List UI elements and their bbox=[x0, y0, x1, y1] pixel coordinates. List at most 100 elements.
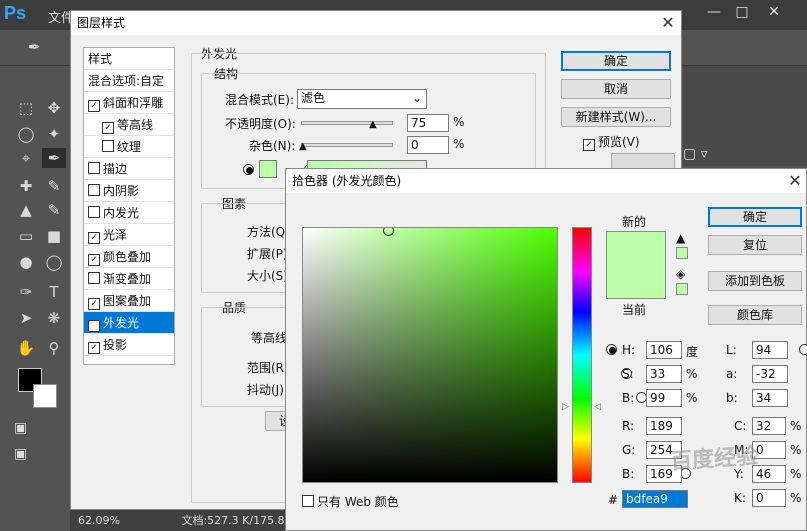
close-icon[interactable]: ✕ bbox=[760, 2, 788, 24]
close-icon[interactable]: ✕ bbox=[780, 169, 807, 193]
warning-icon[interactable]: ▲ bbox=[676, 231, 685, 245]
eyedropper-icon[interactable]: ✒ bbox=[28, 38, 41, 56]
style-item[interactable]: ✓ 等高线 bbox=[84, 114, 174, 136]
web-swatch[interactable] bbox=[676, 283, 688, 295]
h-input[interactable]: 106 bbox=[646, 341, 682, 359]
style-item[interactable]: 纹理 bbox=[84, 136, 174, 158]
style-checkbox[interactable]: ✓ bbox=[88, 232, 100, 244]
style-checkbox[interactable] bbox=[102, 140, 114, 152]
picker-title: 拾色器 (外发光颜色) bbox=[286, 169, 806, 193]
b-label: B: bbox=[622, 391, 635, 405]
style-item[interactable]: 渐变叠加 bbox=[84, 268, 174, 290]
noise-slider[interactable] bbox=[301, 143, 393, 147]
r-input[interactable]: 189 bbox=[646, 417, 682, 435]
zoom-level: 62.09% bbox=[78, 514, 120, 527]
blend-options[interactable]: 混合选项:自定 bbox=[84, 70, 174, 92]
dodge-icon[interactable]: ◯ bbox=[42, 252, 66, 272]
l-input[interactable]: 94 bbox=[752, 341, 788, 359]
opacity-input[interactable]: 75 bbox=[407, 114, 449, 132]
style-item[interactable]: ✓ 光泽 bbox=[84, 224, 174, 246]
style-checkbox[interactable]: ✓ bbox=[88, 298, 100, 310]
hand-icon[interactable]: ✋ bbox=[14, 338, 38, 358]
crop-icon[interactable]: ⌖ bbox=[14, 148, 38, 168]
noise-input[interactable]: 0 bbox=[407, 136, 449, 154]
blur-icon[interactable]: ● bbox=[14, 252, 38, 272]
style-checkbox[interactable]: ✓ bbox=[88, 342, 100, 354]
styles-header[interactable]: 样式 bbox=[84, 48, 174, 70]
blend-mode-select[interactable]: 滤色 ⌄ bbox=[297, 89, 427, 109]
new-style-button[interactable]: 新建样式(W)... bbox=[561, 107, 671, 127]
cube-icon[interactable]: ◈ bbox=[676, 267, 685, 281]
web-only-checkbox[interactable]: 只有 Web 颜色 bbox=[302, 493, 399, 510]
h-radio[interactable] bbox=[606, 344, 617, 355]
lab-b-input[interactable]: 34 bbox=[752, 389, 788, 407]
a-input[interactable]: -32 bbox=[752, 365, 788, 383]
style-item[interactable]: ✓ 外发光 bbox=[84, 312, 174, 334]
c-unit: % bbox=[790, 419, 802, 433]
hue-slider[interactable] bbox=[572, 227, 592, 483]
brush-icon[interactable]: ✎ bbox=[42, 176, 66, 196]
style-item[interactable]: ✓ 斜面和浮雕 bbox=[84, 92, 174, 114]
picker-ok-button[interactable]: 确定 bbox=[708, 207, 802, 227]
noise-slider-handle[interactable]: ▲ bbox=[299, 141, 307, 152]
preview-checkbox[interactable]: ✓ 预览(V) bbox=[583, 133, 640, 151]
style-item[interactable]: 描边 bbox=[84, 158, 174, 180]
style-checkbox[interactable]: ✓ bbox=[88, 100, 100, 112]
style-checkbox[interactable] bbox=[88, 184, 100, 196]
pen-icon[interactable]: ✑ bbox=[14, 282, 38, 302]
k-input[interactable]: 0 bbox=[752, 489, 786, 507]
web-only-label: 只有 Web 颜色 bbox=[317, 495, 399, 509]
picker-reset-button[interactable]: 复位 bbox=[708, 235, 802, 255]
ok-button[interactable]: 确定 bbox=[561, 51, 671, 71]
move-icon[interactable]: ✥ bbox=[42, 98, 66, 118]
shape-icon[interactable]: ❋ bbox=[42, 308, 66, 328]
style-checkbox[interactable] bbox=[88, 162, 100, 174]
l-radio[interactable] bbox=[798, 344, 807, 355]
path-select-icon[interactable]: ➤ bbox=[14, 308, 38, 328]
zoom-icon[interactable]: ⚲ bbox=[42, 338, 66, 358]
glow-color-swatch[interactable] bbox=[259, 160, 277, 178]
style-checkbox[interactable] bbox=[88, 206, 100, 218]
style-item[interactable]: 内阴影 bbox=[84, 180, 174, 202]
eyedropper-tool-icon[interactable]: ✒ bbox=[42, 148, 66, 168]
style-checkbox[interactable]: ✓ bbox=[102, 122, 114, 134]
gradient-icon[interactable]: ■ bbox=[42, 226, 66, 246]
opacity-slider-handle[interactable]: ▲ bbox=[369, 119, 377, 130]
screen-mode-icon[interactable]: ▣ bbox=[14, 446, 27, 462]
close-icon[interactable]: ✕ bbox=[653, 11, 683, 35]
gamut-swatch[interactable] bbox=[676, 247, 688, 259]
lasso-icon[interactable]: ◯ bbox=[14, 124, 38, 144]
hex-input[interactable]: bdfea9 bbox=[622, 490, 688, 508]
stamp-icon[interactable]: ▲ bbox=[14, 200, 38, 220]
c-input[interactable]: 32 bbox=[752, 417, 786, 435]
b-input[interactable]: 99 bbox=[646, 389, 682, 407]
quick-mask-icon[interactable]: ▣ bbox=[14, 420, 27, 436]
maximize-icon[interactable]: □ bbox=[728, 2, 756, 24]
healing-icon[interactable]: ✚ bbox=[14, 176, 38, 196]
history-brush-icon[interactable]: ✎ bbox=[42, 200, 66, 220]
solid-color-radio[interactable] bbox=[243, 164, 254, 175]
hue-arrow-right-icon[interactable]: ◁ bbox=[594, 402, 601, 412]
color-field[interactable] bbox=[302, 227, 558, 483]
style-checkbox[interactable] bbox=[88, 272, 100, 284]
eraser-icon[interactable]: ▭ bbox=[14, 226, 38, 246]
type-icon[interactable]: T bbox=[42, 282, 66, 302]
style-checkbox[interactable]: ✓ bbox=[88, 254, 100, 266]
s-input[interactable]: 33 bbox=[646, 365, 682, 383]
background-color[interactable] bbox=[33, 384, 57, 408]
style-item[interactable]: 内发光 bbox=[84, 202, 174, 224]
style-item[interactable]: ✓ 图案叠加 bbox=[84, 290, 174, 312]
opacity-slider[interactable] bbox=[301, 121, 393, 125]
minimize-icon[interactable]: — bbox=[700, 2, 728, 24]
color-library-button[interactable]: 颜色库 bbox=[708, 305, 802, 325]
style-checkbox[interactable]: ✓ bbox=[88, 320, 100, 332]
marquee-icon[interactable]: ⬚ bbox=[14, 98, 38, 118]
hue-arrow-left-icon[interactable]: ▷ bbox=[562, 402, 569, 412]
triangle-icon: ▢ ▿ bbox=[683, 146, 708, 162]
add-swatch-button[interactable]: 添加到色板 bbox=[708, 271, 802, 291]
cancel-button[interactable]: 取消 bbox=[561, 79, 671, 99]
b-radio[interactable] bbox=[635, 392, 647, 403]
magic-wand-icon[interactable]: ✦ bbox=[42, 124, 66, 144]
style-item[interactable]: ✓ 投影 bbox=[84, 334, 174, 356]
style-item[interactable]: ✓ 颜色叠加 bbox=[84, 246, 174, 268]
